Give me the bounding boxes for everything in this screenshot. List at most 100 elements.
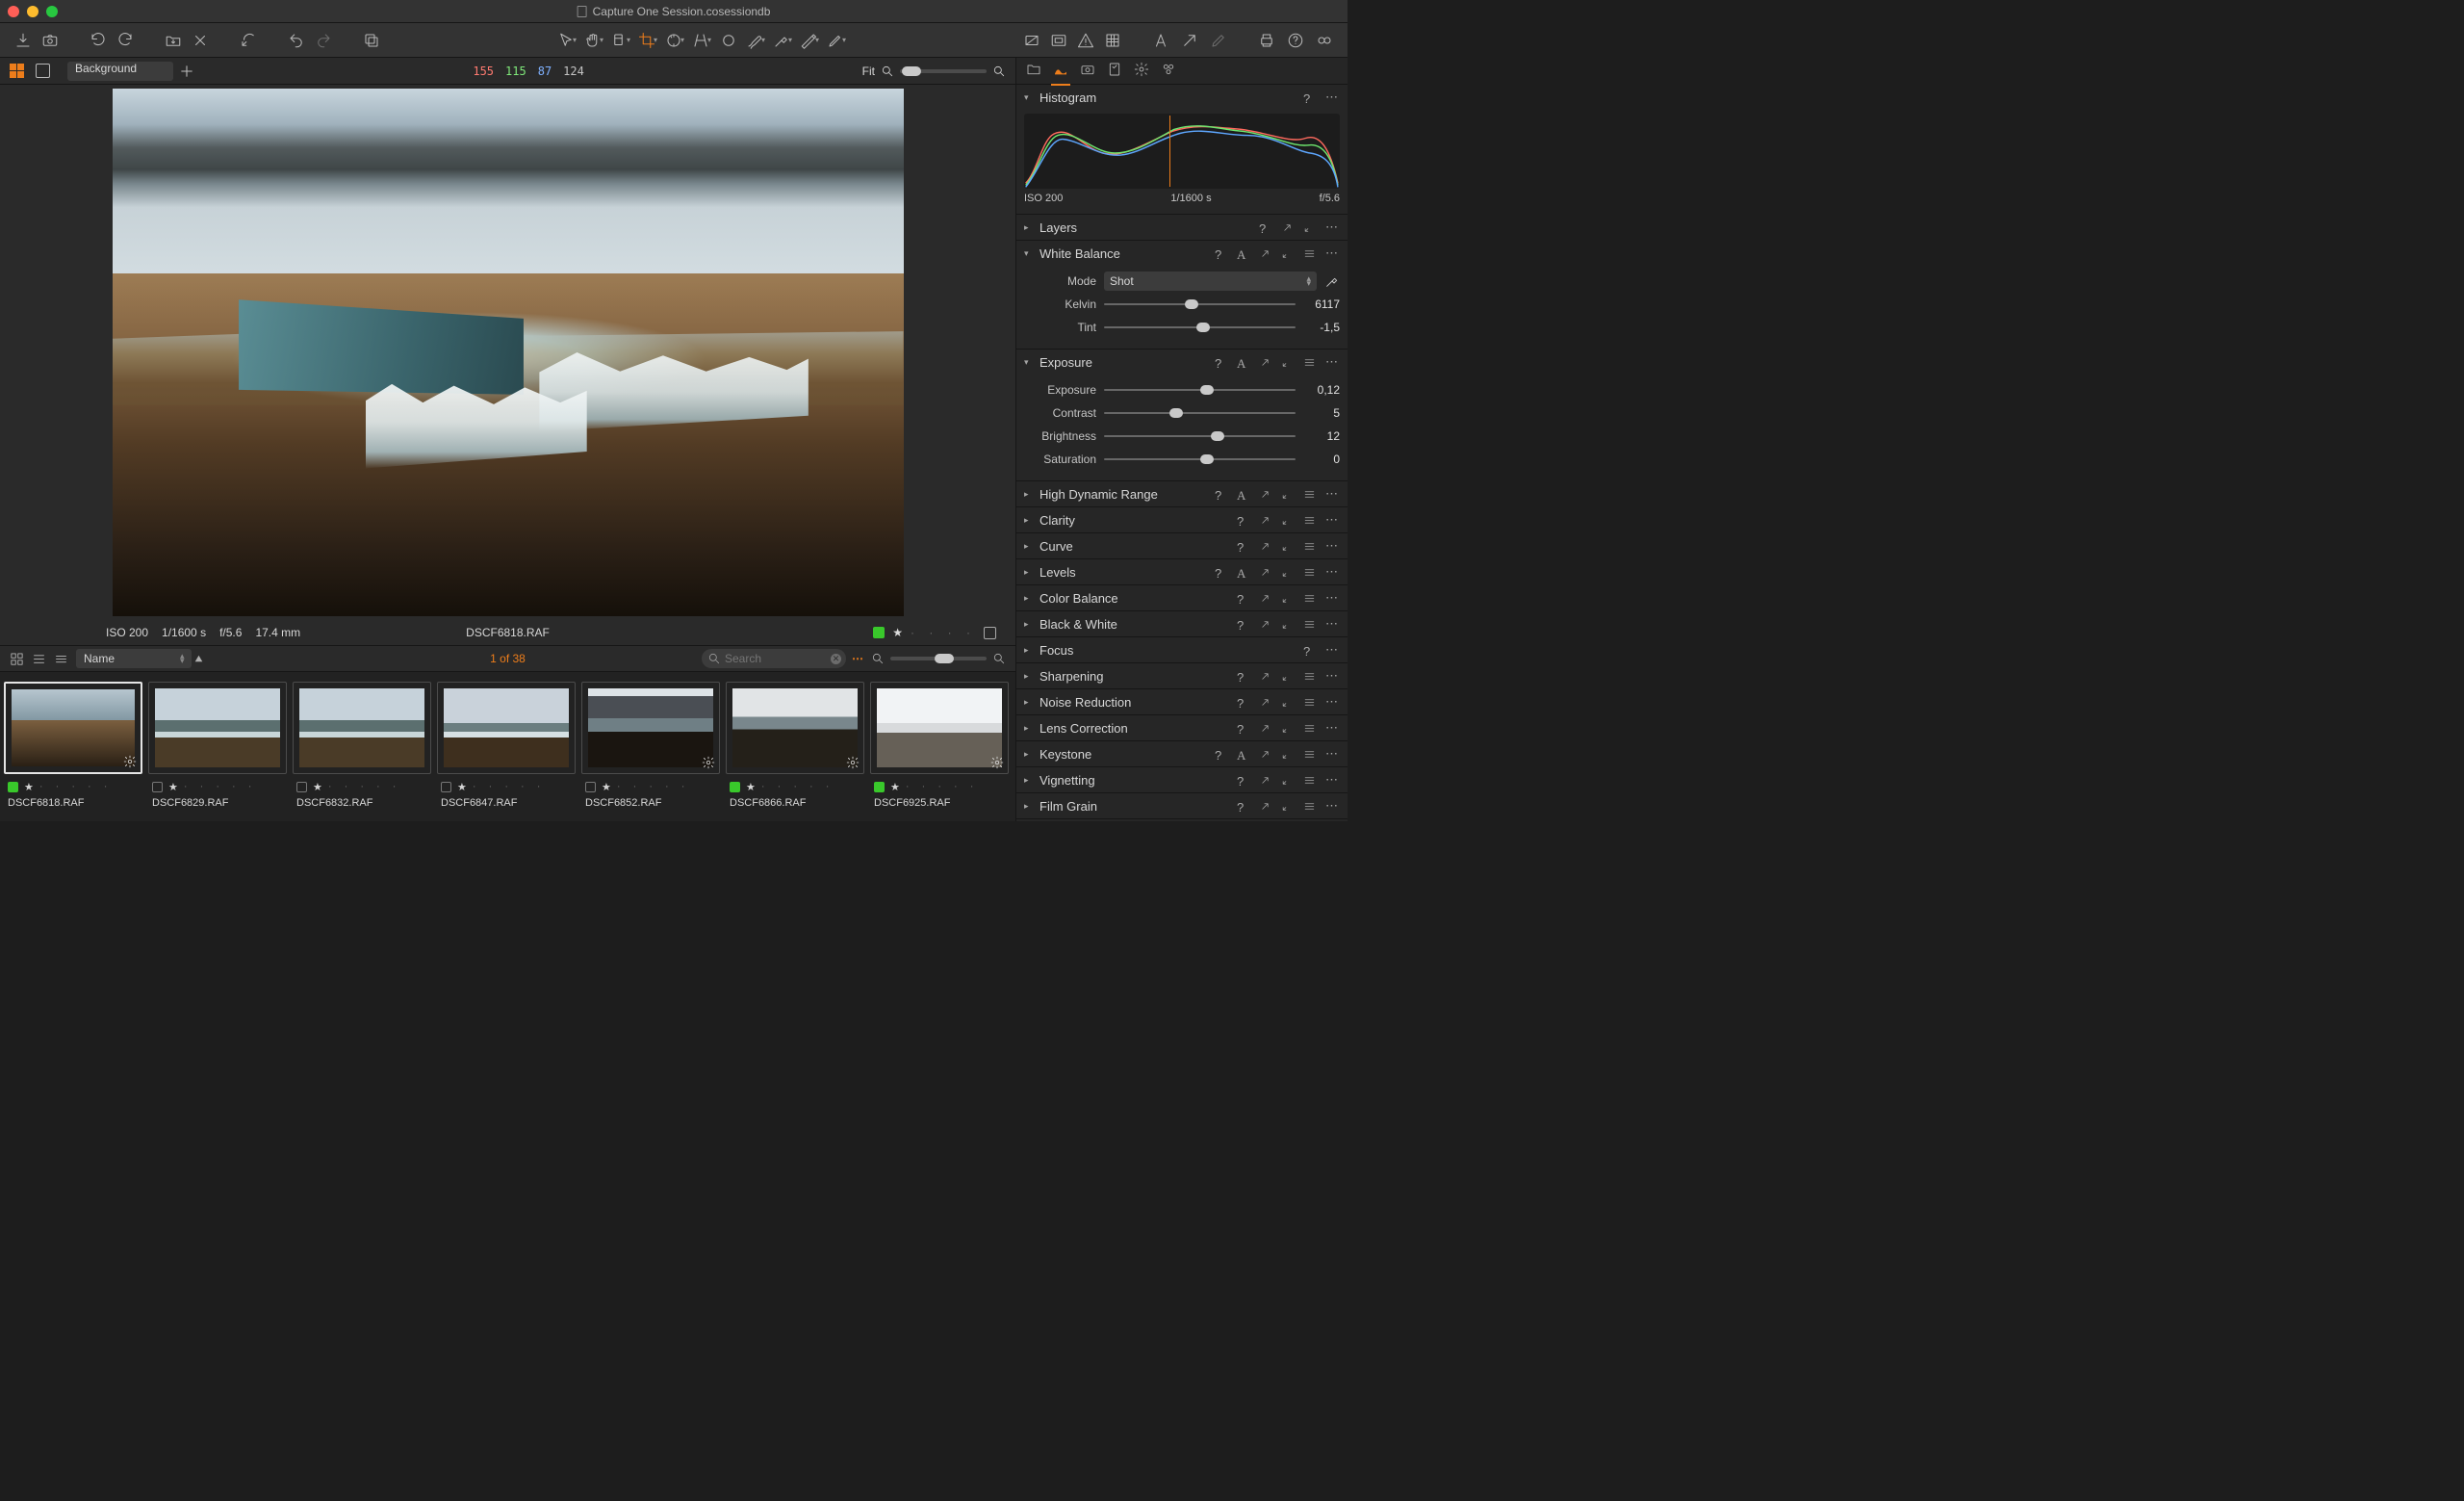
undo-icon[interactable] bbox=[285, 29, 308, 52]
disclosure-icon[interactable]: ▸ bbox=[1024, 697, 1034, 708]
color-tag[interactable] bbox=[873, 627, 885, 638]
loupe-tool-icon[interactable]: ▾ bbox=[609, 29, 632, 52]
help-icon[interactable]: ? bbox=[1215, 247, 1227, 260]
reset-icon[interactable] bbox=[1281, 488, 1294, 501]
slider-value[interactable]: 0 bbox=[1303, 453, 1340, 466]
disclosure-icon[interactable]: ▸ bbox=[1024, 801, 1034, 812]
more-icon[interactable]: ⋯ bbox=[1325, 538, 1340, 554]
preset-icon[interactable] bbox=[1303, 618, 1316, 631]
preset-icon[interactable] bbox=[1303, 356, 1316, 369]
expand-icon[interactable] bbox=[1259, 722, 1271, 735]
preset-icon[interactable] bbox=[1303, 488, 1316, 501]
help-icon[interactable]: ? bbox=[1215, 566, 1227, 579]
section-header[interactable]: ▸Clarity?⋯ bbox=[1016, 507, 1348, 532]
expand-icon[interactable] bbox=[1259, 618, 1271, 631]
reset-icon[interactable] bbox=[237, 29, 260, 52]
section-header[interactable]: ▸Sharpening?⋯ bbox=[1016, 663, 1348, 688]
expand-icon[interactable] bbox=[1259, 592, 1271, 605]
auto-icon[interactable]: A bbox=[1237, 247, 1249, 260]
thumb-size-slider[interactable] bbox=[890, 657, 987, 660]
reset-icon[interactable] bbox=[1281, 748, 1294, 761]
adjust-tab-icon[interactable] bbox=[1107, 62, 1122, 77]
reset-icon[interactable] bbox=[1281, 356, 1294, 369]
more-icon[interactable]: ⋯ bbox=[1325, 564, 1340, 580]
search-input[interactable] bbox=[702, 649, 846, 668]
auto-icon[interactable]: A bbox=[1237, 356, 1249, 369]
help-icon[interactable]: ? bbox=[1215, 356, 1227, 369]
disclosure-icon[interactable]: ▸ bbox=[1024, 619, 1034, 630]
pan-tool-icon[interactable]: ▾ bbox=[582, 29, 605, 52]
more-icon[interactable]: ⋯ bbox=[1325, 90, 1340, 105]
disclosure-icon[interactable]: ▸ bbox=[1024, 671, 1034, 682]
reset-icon[interactable] bbox=[1303, 221, 1316, 234]
section-header-exposure[interactable]: ▾ Exposure ? A ⋯ bbox=[1016, 349, 1348, 375]
grid-view-icon[interactable] bbox=[10, 652, 24, 666]
reset-icon[interactable] bbox=[1281, 696, 1294, 709]
preset-icon[interactable] bbox=[1303, 696, 1316, 709]
keystone-tool-icon[interactable]: ▾ bbox=[690, 29, 713, 52]
more-icon[interactable]: ⋯ bbox=[1325, 590, 1340, 606]
browser-view-mode[interactable] bbox=[10, 652, 68, 666]
spot-tool-icon[interactable] bbox=[717, 29, 740, 52]
disclosure-icon[interactable]: ▸ bbox=[1024, 749, 1034, 760]
more-icon[interactable]: ⋯ bbox=[1325, 220, 1340, 235]
thumb-rating[interactable]: ★· · · · · bbox=[4, 777, 142, 796]
thumbnail[interactable]: ★· · · · ·DSCF6832.RAF bbox=[293, 682, 431, 817]
help-icon[interactable]: ? bbox=[1215, 488, 1227, 501]
section-header[interactable]: ▸Curve?⋯ bbox=[1016, 533, 1348, 558]
section-header-white-balance[interactable]: ▾ White Balance ? A ⋯ bbox=[1016, 241, 1348, 266]
section-header[interactable]: ▸Focus?⋯ bbox=[1016, 637, 1348, 662]
settings-tab-icon[interactable] bbox=[1134, 62, 1149, 77]
help-icon[interactable]: ? bbox=[1259, 221, 1271, 234]
magnifier-icon[interactable] bbox=[871, 652, 885, 665]
more-icon[interactable]: ⋯ bbox=[1325, 746, 1340, 762]
tint-value[interactable]: -1,5 bbox=[1303, 321, 1340, 334]
zoom-control[interactable]: Fit bbox=[862, 65, 1006, 78]
section-header[interactable]: ▸Vignetting?⋯ bbox=[1016, 767, 1348, 792]
reset-icon[interactable] bbox=[1281, 540, 1294, 553]
slider-value[interactable]: 5 bbox=[1303, 406, 1340, 420]
slider-exposure[interactable] bbox=[1104, 385, 1296, 395]
move-to-folder-icon[interactable] bbox=[162, 29, 185, 52]
disclosure-icon[interactable]: ▸ bbox=[1024, 515, 1034, 526]
straighten-tool-icon[interactable]: ▾ bbox=[663, 29, 686, 52]
reset-icon[interactable] bbox=[1281, 514, 1294, 527]
help-icon[interactable]: ? bbox=[1237, 618, 1249, 631]
thumbnail[interactable]: ★· · · · ·DSCF6852.RAF bbox=[581, 682, 720, 817]
slider-value[interactable]: 12 bbox=[1303, 429, 1340, 443]
preset-icon[interactable] bbox=[1303, 722, 1316, 735]
section-header[interactable]: ▸Black & White?⋯ bbox=[1016, 611, 1348, 636]
more-icon[interactable]: ⋯ bbox=[1325, 694, 1340, 710]
slider-value[interactable]: 0,12 bbox=[1303, 383, 1340, 397]
more-icon[interactable]: ⋯ bbox=[1325, 772, 1340, 788]
color-tag-empty[interactable] bbox=[152, 782, 163, 792]
before-after-icon[interactable] bbox=[1313, 29, 1336, 52]
help-icon[interactable] bbox=[1284, 29, 1307, 52]
thumbnail[interactable]: ★· · · · ·DSCF6866.RAF bbox=[726, 682, 864, 817]
kelvin-value[interactable]: 6117 bbox=[1303, 298, 1340, 311]
more-icon[interactable]: ⋯ bbox=[1325, 668, 1340, 684]
preset-icon[interactable] bbox=[1303, 774, 1316, 787]
disclosure-icon[interactable]: ▾ bbox=[1024, 357, 1034, 368]
section-header[interactable]: ▸Lens Correction?⋯ bbox=[1016, 715, 1348, 740]
preset-icon[interactable] bbox=[1303, 247, 1316, 260]
expand-icon[interactable] bbox=[1259, 748, 1271, 761]
expand-icon[interactable] bbox=[1259, 514, 1271, 527]
color-tag-empty[interactable] bbox=[585, 782, 596, 792]
preset-icon[interactable] bbox=[1303, 566, 1316, 579]
reset-icon[interactable] bbox=[1281, 800, 1294, 813]
help-icon[interactable]: ? bbox=[1237, 670, 1249, 683]
color-tag[interactable] bbox=[874, 782, 885, 792]
slider-brightness[interactable] bbox=[1104, 431, 1296, 441]
expand-icon[interactable] bbox=[1259, 488, 1271, 501]
help-icon[interactable]: ? bbox=[1237, 722, 1249, 735]
minimize-window[interactable] bbox=[27, 6, 38, 17]
thumb-rating[interactable]: ★· · · · · bbox=[870, 777, 1009, 796]
rotate-left-icon[interactable] bbox=[87, 29, 110, 52]
clear-search-icon[interactable]: ✕ bbox=[831, 654, 841, 664]
expand-icon[interactable] bbox=[1259, 800, 1271, 813]
magnifier-icon[interactable] bbox=[992, 652, 1006, 665]
copy-adjustments-icon[interactable] bbox=[360, 29, 383, 52]
list-view-icon[interactable] bbox=[32, 652, 46, 666]
preset-icon[interactable] bbox=[1303, 514, 1316, 527]
